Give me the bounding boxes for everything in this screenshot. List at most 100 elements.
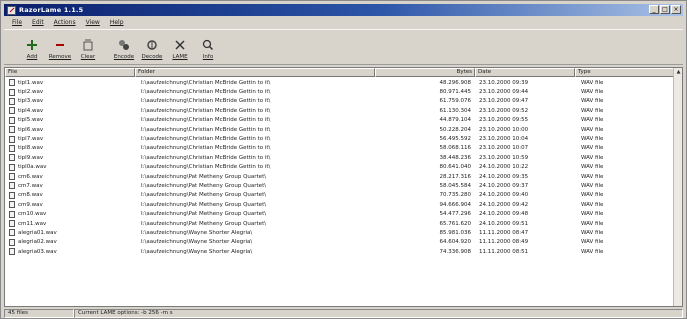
bytes-cell: 64.604.920: [439, 239, 472, 246]
table-row[interactable]: alegria03.wav I:\aaufzeichnung\Wayne Shor…: [5, 247, 682, 256]
lame-button[interactable]: LAME: [168, 39, 192, 60]
folder-cell: I:\aaufzeichnung\Wayne Shorter Alegria\: [141, 239, 253, 246]
folder-cell: I:\aaufzeichnung\Christian McBride Getti…: [141, 117, 271, 124]
menu-file[interactable]: File: [12, 19, 22, 26]
table-row[interactable]: tipl3.wav I:\aaufzeichnung\Christian McBr…: [5, 97, 682, 106]
close-button[interactable]: ×: [671, 5, 681, 14]
column-header-file[interactable]: File: [5, 68, 135, 77]
table-row[interactable]: tipl6.wav I:\aaufzeichnung\Christian McBr…: [5, 125, 682, 134]
file-name: alegria02.wav: [18, 239, 57, 246]
file-name: cm7.wav: [18, 182, 43, 189]
table-row[interactable]: tipl9.wav I:\aaufzeichnung\Christian McBr…: [5, 153, 682, 162]
table-row[interactable]: cm9.wav I:\aaufzeichnung\Pat Metheny Grou…: [5, 200, 682, 209]
table-row[interactable]: tipl2.wav I:\aaufzeichnung\Christian McBr…: [5, 87, 682, 96]
file-name: tipl0a.wav: [18, 164, 47, 171]
table-row[interactable]: cm11.wav I:\aaufzeichnung\Pat Metheny Gro…: [5, 219, 682, 228]
bytes-cell: 80.971.445: [439, 89, 472, 96]
date-cell: 11.11.2000 08:49: [479, 239, 529, 246]
type-cell: WAV file: [581, 220, 604, 227]
bytes-cell: 58.045.584: [439, 182, 472, 189]
folder-cell: I:\aaufzeichnung\Christian McBride Getti…: [141, 136, 271, 143]
minimize-button[interactable]: _: [649, 5, 659, 14]
table-row[interactable]: cm7.wav I:\aaufzeichnung\Pat Metheny Grou…: [5, 181, 682, 190]
table-row[interactable]: tipl7.wav I:\aaufzeichnung\Christian McBr…: [5, 134, 682, 143]
bytes-cell: 70.735.280: [439, 192, 472, 199]
info-button[interactable]: Info: [196, 39, 220, 60]
column-header-folder[interactable]: Folder: [135, 68, 375, 77]
scroll-up-icon[interactable]: ▲: [674, 68, 682, 77]
file-cell: tipl3.wav: [5, 97, 135, 105]
lame-options-status: Current LAME options: -b 256 -m s: [74, 309, 683, 318]
wav-file-icon: [9, 238, 15, 246]
wav-file-icon: [9, 116, 15, 124]
file-name: cm6.wav: [18, 173, 43, 180]
type-cell: WAV file: [581, 211, 604, 218]
table-row[interactable]: tipl8.wav I:\aaufzeichnung\Christian McBr…: [5, 144, 682, 153]
file-cell: tipl4.wav: [5, 107, 135, 115]
type-cell: WAV file: [581, 164, 604, 171]
file-name: tipl8.wav: [18, 145, 44, 152]
file-cell: tipl9.wav: [5, 154, 135, 162]
date-cell: 23.10.2000 09:44: [479, 89, 529, 96]
remove-icon: [54, 39, 66, 51]
table-row[interactable]: cm8.wav I:\aaufzeichnung\Pat Metheny Grou…: [5, 191, 682, 200]
type-cell: WAV file: [581, 239, 604, 246]
remove-label: Remove: [48, 54, 72, 60]
clear-button[interactable]: Clear: [76, 39, 100, 60]
date-cell: 23.10.2000 09:39: [479, 79, 529, 86]
table-row[interactable]: tipl0a.wav I:\aaufzeichnung\Christian McB…: [5, 163, 682, 172]
menu-actions[interactable]: Actions: [54, 19, 76, 26]
wav-file-icon: [9, 144, 15, 152]
menu-bar: File Edit Actions View Help: [4, 17, 124, 28]
folder-cell: I:\aaufzeichnung\Pat Metheny Group Quart…: [141, 211, 267, 218]
decode-label: Decode: [141, 54, 163, 60]
file-cell: cm10.wav: [5, 210, 135, 218]
file-list[interactable]: File Folder Bytes Date Type tipl1.wav I:\…: [4, 67, 683, 307]
table-row[interactable]: tipl5.wav I:\aaufzeichnung\Christian McBr…: [5, 116, 682, 125]
column-header-bytes[interactable]: Bytes: [375, 68, 475, 77]
decode-button[interactable]: Decode: [140, 39, 164, 60]
file-name: cm9.wav: [18, 201, 43, 208]
folder-cell: I:\aaufzeichnung\Wayne Shorter Alegria\: [141, 248, 253, 255]
column-header-type[interactable]: Type: [575, 68, 682, 77]
remove-button[interactable]: Remove: [48, 39, 72, 60]
folder-cell: I:\aaufzeichnung\Christian McBride Getti…: [141, 164, 271, 171]
type-cell: WAV file: [581, 192, 604, 199]
bytes-cell: 54.477.296: [439, 211, 472, 218]
file-cell: alegria02.wav: [5, 238, 135, 246]
menu-edit[interactable]: Edit: [32, 19, 44, 26]
wav-file-icon: [9, 79, 15, 87]
bytes-cell: 50.228.204: [439, 126, 472, 133]
file-cell: tipl2.wav: [5, 88, 135, 96]
bytes-cell: 74.336.908: [439, 248, 472, 255]
file-name: tipl7.wav: [18, 136, 44, 143]
app-icon: [7, 5, 16, 15]
lame-icon: [174, 39, 186, 51]
date-cell: 23.10.2000 09:55: [479, 117, 529, 124]
table-row[interactable]: tipl1.wav I:\aaufzeichnung\Christian McBr…: [5, 78, 682, 87]
menu-help[interactable]: Help: [110, 19, 124, 26]
file-cell: alegria03.wav: [5, 248, 135, 256]
table-row[interactable]: alegria02.wav I:\aaufzeichnung\Wayne Shor…: [5, 238, 682, 247]
folder-cell: I:\aaufzeichnung\Christian McBride Getti…: [141, 79, 271, 86]
file-name: tipl6.wav: [18, 126, 44, 133]
table-row[interactable]: alegria01.wav I:\aaufzeichnung\Wayne Shor…: [5, 228, 682, 237]
wav-file-icon: [9, 182, 15, 190]
list-header: File Folder Bytes Date Type: [5, 68, 682, 77]
menu-view[interactable]: View: [86, 19, 100, 26]
title-bar[interactable]: RazorLame 1.1.5 _ □ ×: [4, 4, 683, 16]
column-header-date[interactable]: Date: [475, 68, 575, 77]
table-row[interactable]: cm10.wav I:\aaufzeichnung\Pat Metheny Gro…: [5, 209, 682, 218]
date-cell: 24.10.2000 09:35: [479, 173, 529, 180]
type-cell: WAV file: [581, 154, 604, 161]
table-row[interactable]: tipl4.wav I:\aaufzeichnung\Christian McBr…: [5, 106, 682, 115]
date-cell: 11.11.2000 08:51: [479, 248, 529, 255]
maximize-button[interactable]: □: [660, 5, 670, 14]
date-cell: 24.10.2000 09:51: [479, 220, 529, 227]
file-count: 45 files: [4, 309, 74, 318]
table-row[interactable]: cm6.wav I:\aaufzeichnung\Pat Metheny Grou…: [5, 172, 682, 181]
wav-file-icon: [9, 126, 15, 134]
add-button[interactable]: Add: [20, 39, 44, 60]
encode-button[interactable]: Encode: [112, 39, 136, 60]
vertical-scrollbar[interactable]: ▲: [673, 68, 682, 306]
